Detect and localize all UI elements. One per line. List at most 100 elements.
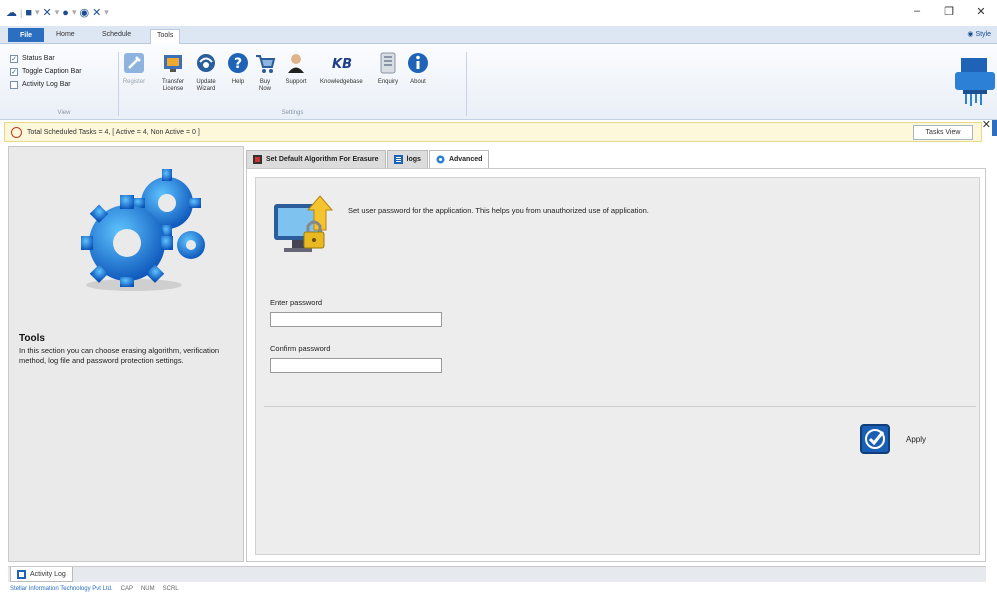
tab-schedule[interactable]: Schedule <box>96 29 137 44</box>
register-button[interactable]: Register <box>122 50 146 86</box>
checkbox-box: ✓ <box>10 54 18 63</box>
quick-access-toolbar: ☁ | ■ ▾ ✕ ▾ ● ▾ ◉ ✕ ▾ <box>6 6 109 20</box>
svg-text:KB: KB <box>332 57 352 72</box>
checkbox-label: Activity Log Bar <box>22 81 71 88</box>
info-icon <box>406 50 430 76</box>
tab-set-default-algorithm[interactable]: Set Default Algorithm For Erasure <box>246 150 386 168</box>
printer-icon <box>953 54 997 110</box>
title-bar: ☁ | ■ ▾ ✕ ▾ ● ▾ ◉ ✕ ▾ – ❐ ✕ <box>0 0 997 22</box>
apply-button[interactable]: Apply <box>860 420 972 458</box>
enquiry-label: Enquiry <box>377 79 399 85</box>
close-icon[interactable]: ✕ <box>92 6 101 19</box>
enter-password-field[interactable] <box>270 312 442 327</box>
stop-icon[interactable]: ◉ <box>79 6 89 19</box>
tab-label: Advanced <box>448 156 483 163</box>
style-menu[interactable]: ◉ Style <box>967 30 991 38</box>
window-controls: – ❐ ✕ <box>901 0 997 22</box>
help-button[interactable]: ? Help <box>226 50 250 86</box>
update-icon <box>194 50 218 76</box>
tab-tools[interactable]: Tools <box>150 29 181 44</box>
company-name: Stellar Information Technology Pvt Ltd. <box>10 586 113 592</box>
tab-home[interactable]: Home <box>50 29 81 44</box>
support-button[interactable]: Support <box>284 50 308 86</box>
restore-button[interactable]: ❐ <box>933 0 965 22</box>
cart-icon <box>253 50 277 76</box>
enquiry-button[interactable]: Enquiry <box>376 50 400 86</box>
status-key-num: NUM <box>140 586 155 592</box>
activity-log-bar-checkbox[interactable]: Activity Log Bar <box>10 78 118 91</box>
panel-description: In this section you can choose erasing a… <box>19 346 220 365</box>
about-label: About <box>410 79 426 85</box>
advanced-settings-inner: Set user password for the application. T… <box>255 177 980 555</box>
password-lock-icon <box>270 194 340 264</box>
logs-icon <box>393 155 403 164</box>
help-icon: ? <box>226 50 250 76</box>
scheduled-tasks-bar: Total Scheduled Tasks = 4, [ Active = 4,… <box>4 122 982 142</box>
group-divider <box>118 52 119 116</box>
checkbox-label: Toggle Caption Bar <box>22 68 82 75</box>
knowledgebase-button[interactable]: KB Knowledgebase <box>320 50 363 86</box>
knowledgebase-label: Knowledgebase <box>320 79 363 85</box>
app-icon: ☁ <box>6 7 17 19</box>
enquiry-icon <box>376 50 400 76</box>
checkbox-label: Status Bar <box>22 55 55 62</box>
transfer-license-label: Transfer License <box>161 79 185 92</box>
advanced-settings-panel: Set user password for the application. T… <box>246 168 986 562</box>
register-label: Register <box>122 79 146 85</box>
content-tab-bar: Set Default Algorithm For Erasure logs A… <box>246 150 490 168</box>
advanced-icon <box>436 155 445 164</box>
status-key-scrl: SCRL <box>162 586 179 592</box>
transfer-license-button[interactable]: Transfer License <box>158 50 188 93</box>
confirm-password-label: Confirm password <box>270 344 331 353</box>
svg-text:?: ? <box>234 56 242 72</box>
close-window-button[interactable]: ✕ <box>965 0 997 22</box>
tab-logs[interactable]: logs <box>386 150 428 168</box>
group-divider <box>466 52 467 116</box>
view-group-label: View <box>57 110 71 116</box>
tools-info-panel: Tools In this section you can choose era… <box>8 146 244 562</box>
activity-log-tab[interactable]: Activity Log <box>10 567 73 582</box>
transfer-license-icon <box>161 50 185 76</box>
style-label: Style <box>975 31 991 38</box>
buy-now-button[interactable]: Buy Now <box>253 50 277 93</box>
ribbon-body: ✓ Status Bar ✓ Toggle Caption Bar Activity… <box>0 44 997 120</box>
status-bar: Stellar Information Technology Pvt Ltd. … <box>0 584 997 594</box>
divider <box>264 406 976 407</box>
bottom-tab-bar: Activity Log <box>8 566 986 582</box>
tab-advanced[interactable]: Advanced <box>428 150 490 168</box>
toggle-caption-bar-checkbox[interactable]: ✓ Toggle Caption Bar <box>10 65 118 78</box>
status-bar-checkbox[interactable]: ✓ Status Bar <box>10 52 118 65</box>
help-label: Help <box>231 79 245 85</box>
support-icon <box>284 50 308 76</box>
activity-log-icon <box>17 569 26 579</box>
kb-icon: KB <box>329 50 353 76</box>
register-icon <box>122 50 146 76</box>
update-wizard-label: Update Wizard <box>196 79 216 92</box>
settings-group: Register Transfer License Update Wizard … <box>120 50 465 118</box>
checkbox-box <box>10 80 18 89</box>
erase-icon[interactable]: ✕ <box>43 6 52 19</box>
tab-label: Set Default Algorithm For Erasure <box>266 156 379 163</box>
close-bar-icon[interactable]: ✕ <box>982 118 991 131</box>
support-label: Support <box>285 79 307 85</box>
side-scroll-indicator <box>992 120 997 136</box>
apply-label: Apply <box>906 434 927 444</box>
checkbox-box: ✓ <box>10 67 18 76</box>
password-description: Set user password for the application. T… <box>348 206 649 215</box>
tasks-view-button[interactable]: Tasks View <box>913 125 973 140</box>
update-wizard-button[interactable]: Update Wizard <box>192 50 220 93</box>
enter-password-label: Enter password <box>270 298 323 307</box>
minimize-button[interactable]: – <box>901 0 933 22</box>
save-icon[interactable]: ■ <box>25 7 32 19</box>
about-button[interactable]: About <box>406 50 430 86</box>
status-key-cap: CAP <box>120 586 133 592</box>
file-tab[interactable]: File <box>8 28 44 42</box>
tab-label: logs <box>406 156 421 163</box>
settings-icon[interactable]: ● <box>62 7 69 19</box>
view-group: ✓ Status Bar ✓ Toggle Caption Bar Activity… <box>10 52 118 118</box>
panel-title: Tools <box>19 333 45 344</box>
confirm-password-field[interactable] <box>270 358 442 373</box>
algorithm-icon <box>253 155 262 164</box>
gears-icon <box>69 167 209 297</box>
clock-icon <box>11 126 22 138</box>
